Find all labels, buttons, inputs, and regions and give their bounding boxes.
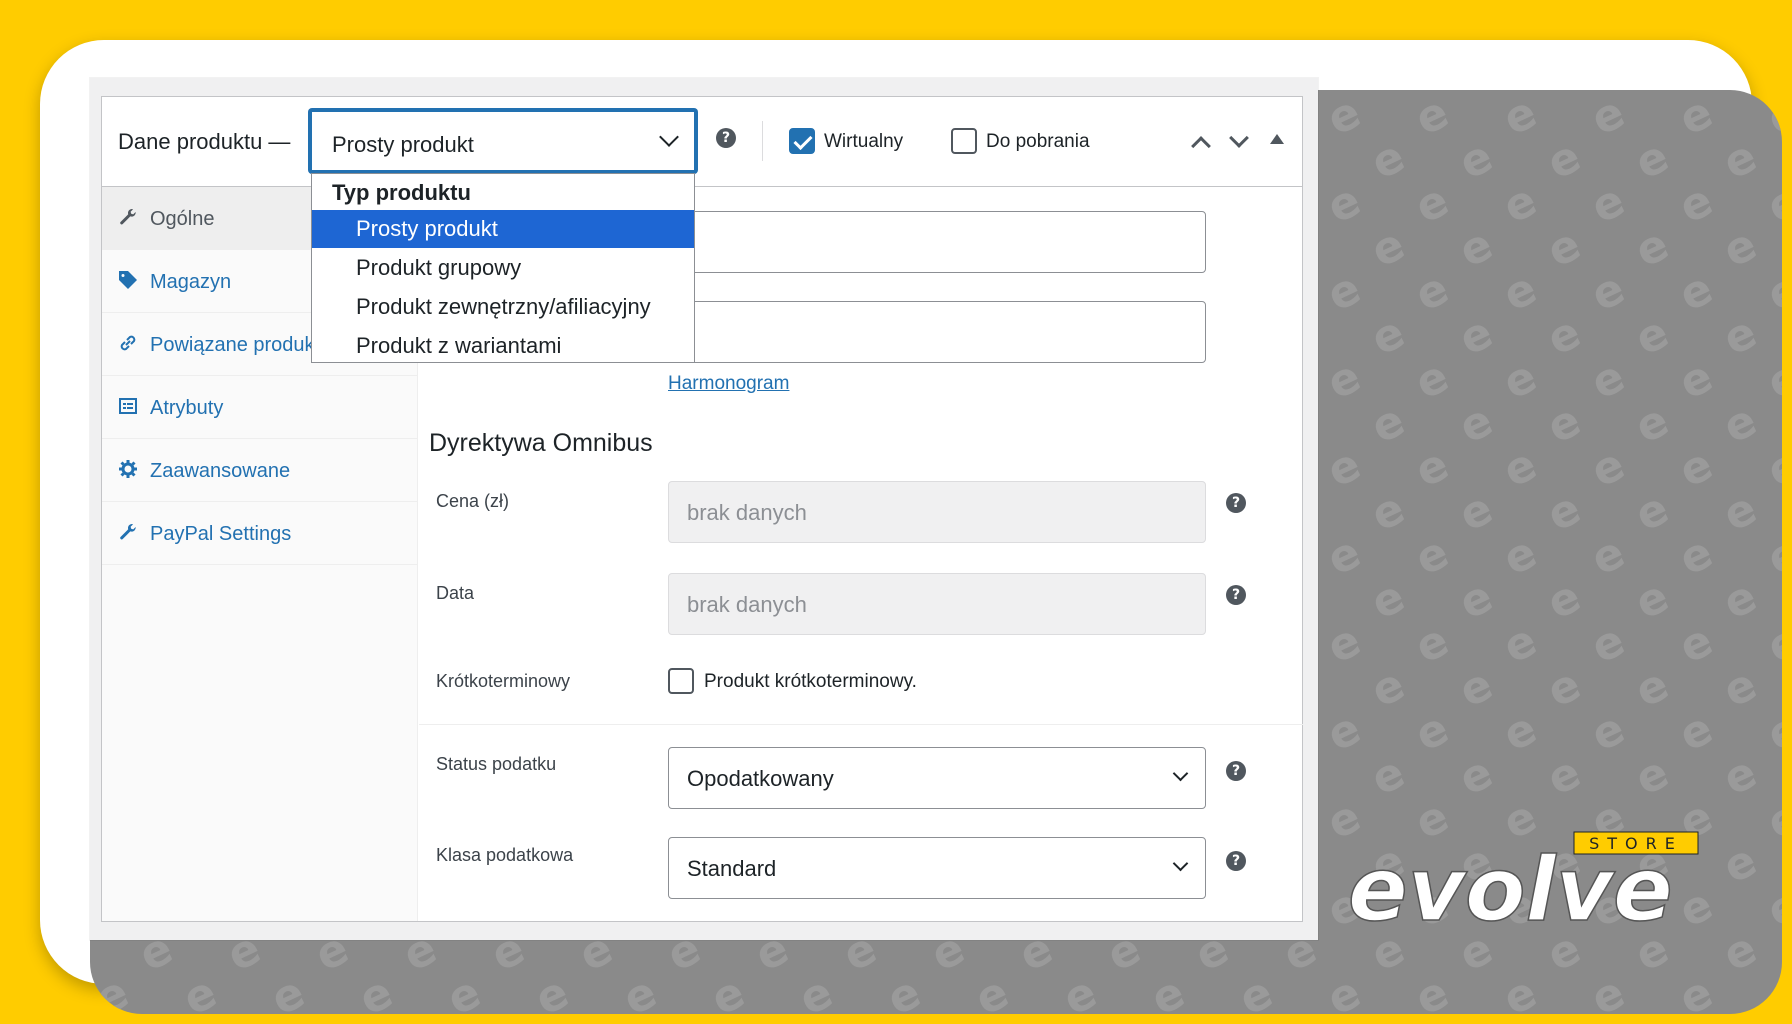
omnibus-date-value: brak danych [687,592,807,617]
gear-icon [118,459,138,479]
tax-status-label: Status podatku [436,754,557,774]
tab-label: Magazyn [150,271,232,293]
tax-class-label: Klasa podatkowa [436,845,574,865]
product-type-value: Prosty produkt [332,132,474,157]
chevron-down-icon [1172,855,1189,872]
dropdown-option-external[interactable]: Produkt zewnętrzny/afiliacyjny [312,288,694,326]
dropdown-option-simple[interactable]: Prosty produkt [312,210,694,248]
schedule-link[interactable]: Harmonogram [668,373,789,395]
product-data-title: Dane produktu — [118,129,291,154]
toggle-panel-icon[interactable] [1270,134,1284,144]
short-term-checkbox[interactable] [668,668,694,694]
help-icon[interactable]: ? [1226,761,1246,781]
tab-paypal-settings[interactable]: PayPal Settings [102,502,418,565]
move-up-icon[interactable] [1191,136,1211,156]
tab-label: Powiązane produk [150,334,315,356]
product-data-header: Dane produktu — Prosty produkt ? Wirtual… [102,97,1302,187]
tab-label: Zaawansowane [150,460,291,482]
tab-attributes[interactable]: Atrybuty [102,376,418,439]
tab-advanced[interactable]: Zaawansowane [102,439,418,502]
dropdown-group-label: Typ produktu [332,180,471,205]
option-label: Produkt grupowy [356,255,522,280]
omnibus-price-field: brak danych [668,481,1206,543]
tax-status-value: Opodatkowany [687,766,834,791]
header-divider [762,121,763,161]
virtual-checkbox[interactable] [789,128,815,154]
help-icon[interactable]: ? [1226,585,1246,605]
help-icon[interactable]: ? [716,128,736,148]
product-type-select[interactable]: Prosty produkt [309,109,697,173]
option-label: Produkt zewnętrzny/afiliacyjny [356,294,651,319]
virtual-label: Wirtualny [824,131,904,152]
tag-icon [118,270,138,290]
tab-label: Atrybuty [150,397,224,419]
downloadable-label: Do pobrania [986,131,1090,152]
product-type-dropdown: Typ produktu Prosty produkt Produkt grup… [311,173,695,363]
help-icon[interactable]: ? [1226,493,1246,513]
tax-status-select[interactable]: Opodatkowany [668,747,1206,809]
tab-label: PayPal Settings [150,523,292,545]
section-divider [419,724,1303,725]
option-label: Prosty produkt [356,216,498,241]
omnibus-price-value: brak danych [687,500,807,525]
list-icon [118,396,138,416]
help-icon[interactable]: ? [1226,851,1246,871]
product-data-box: Dane produktu — Prosty produkt ? Wirtual… [101,96,1303,922]
wrench-icon [118,207,138,227]
date-label: Data [436,583,475,603]
short-term-label: Krótkoterminowy [436,671,571,691]
tab-label: Ogólne [150,208,215,230]
price-label: Cena (zł) [436,491,510,511]
downloadable-checkbox[interactable] [951,128,977,154]
option-label: Produkt z wariantami [356,333,562,358]
evolve-store-logo: STORE evolve [1347,831,1699,940]
omnibus-date-field: brak danych [668,573,1206,635]
dropdown-option-variable[interactable]: Produkt z wariantami [312,327,694,365]
chevron-down-icon [1172,765,1189,782]
omnibus-section-title: Dyrektywa Omnibus [429,429,653,457]
link-icon [118,333,138,353]
dropdown-option-grouped[interactable]: Produkt grupowy [312,249,694,287]
tax-class-value: Standard [687,856,777,881]
tax-class-select[interactable]: Standard [668,837,1206,899]
sale-price-input[interactable] [668,301,1206,363]
short-term-checkbox-label: Produkt krótkoterminowy. [704,671,917,692]
move-down-icon[interactable] [1229,128,1249,148]
wrench-icon [118,522,138,542]
regular-price-input[interactable] [668,211,1206,273]
logo-text: evolve [1348,838,1673,940]
chevron-down-icon [659,127,679,147]
